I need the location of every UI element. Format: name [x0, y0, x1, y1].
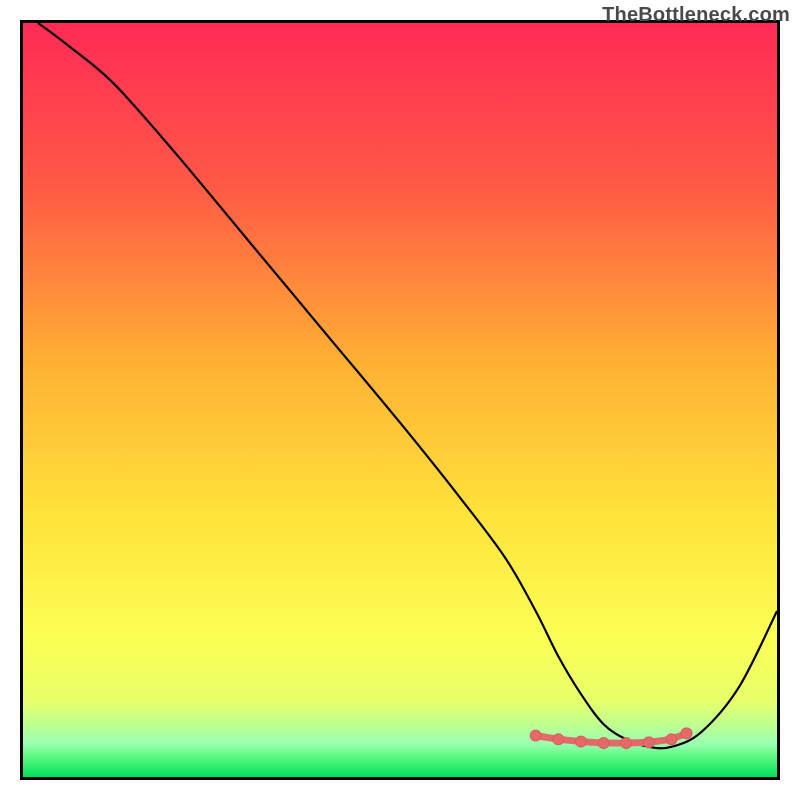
sweet-spot-marker [681, 728, 692, 739]
sweet-spot-marker [530, 730, 541, 741]
plot-svg [23, 23, 777, 777]
sweet-spot-marker [666, 734, 677, 745]
sweet-spot-marker [643, 737, 654, 748]
sweet-spot-marker [621, 738, 632, 749]
chart-stage: TheBottleneck.com [0, 0, 800, 800]
plot-frame [20, 20, 780, 780]
watermark-text: TheBottleneck.com [602, 4, 790, 27]
gradient-rect [23, 23, 777, 777]
sweet-spot-marker [576, 736, 587, 747]
sweet-spot-marker [598, 738, 609, 749]
sweet-spot-marker [553, 734, 564, 745]
